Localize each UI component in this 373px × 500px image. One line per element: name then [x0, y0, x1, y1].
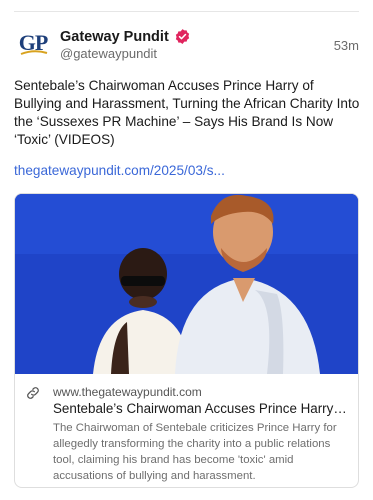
divider: [14, 11, 359, 12]
author-name[interactable]: Gateway Pundit: [60, 29, 169, 45]
name-row: Gateway Pundit: [60, 28, 191, 45]
link-icon: [27, 387, 39, 399]
post-header: GP Gateway Pundit @gatewaypundit 53m: [14, 24, 359, 68]
post-link[interactable]: thegatewaypundit.com/2025/03/s...: [14, 163, 225, 178]
avatar[interactable]: GP: [14, 24, 52, 62]
card-title[interactable]: Sentebale’s Chairwoman Accuses Prince Ha…: [53, 401, 350, 416]
card-domain: www.thegatewaypundit.com: [53, 385, 202, 399]
post-body-text: Sentebale’s Chairwoman Accuses Prince Ha…: [14, 78, 360, 147]
card-description: The Chairwoman of Sentebale criticizes P…: [53, 422, 337, 482]
card-image[interactable]: [15, 194, 358, 374]
link-preview-card[interactable]: www.thegatewaypundit.com Sentebale’s Cha…: [14, 193, 359, 488]
verified-badge-icon: [175, 29, 189, 44]
card-photo: [15, 194, 358, 374]
author-handle[interactable]: @gatewaypundit: [60, 46, 157, 61]
card-body: www.thegatewaypundit.com Sentebale’s Cha…: [15, 374, 358, 487]
post-timestamp[interactable]: 53m: [334, 38, 359, 53]
logo-swoosh-icon: [20, 50, 48, 55]
social-post: GP Gateway Pundit @gatewaypundit 53m Sen…: [0, 0, 373, 500]
